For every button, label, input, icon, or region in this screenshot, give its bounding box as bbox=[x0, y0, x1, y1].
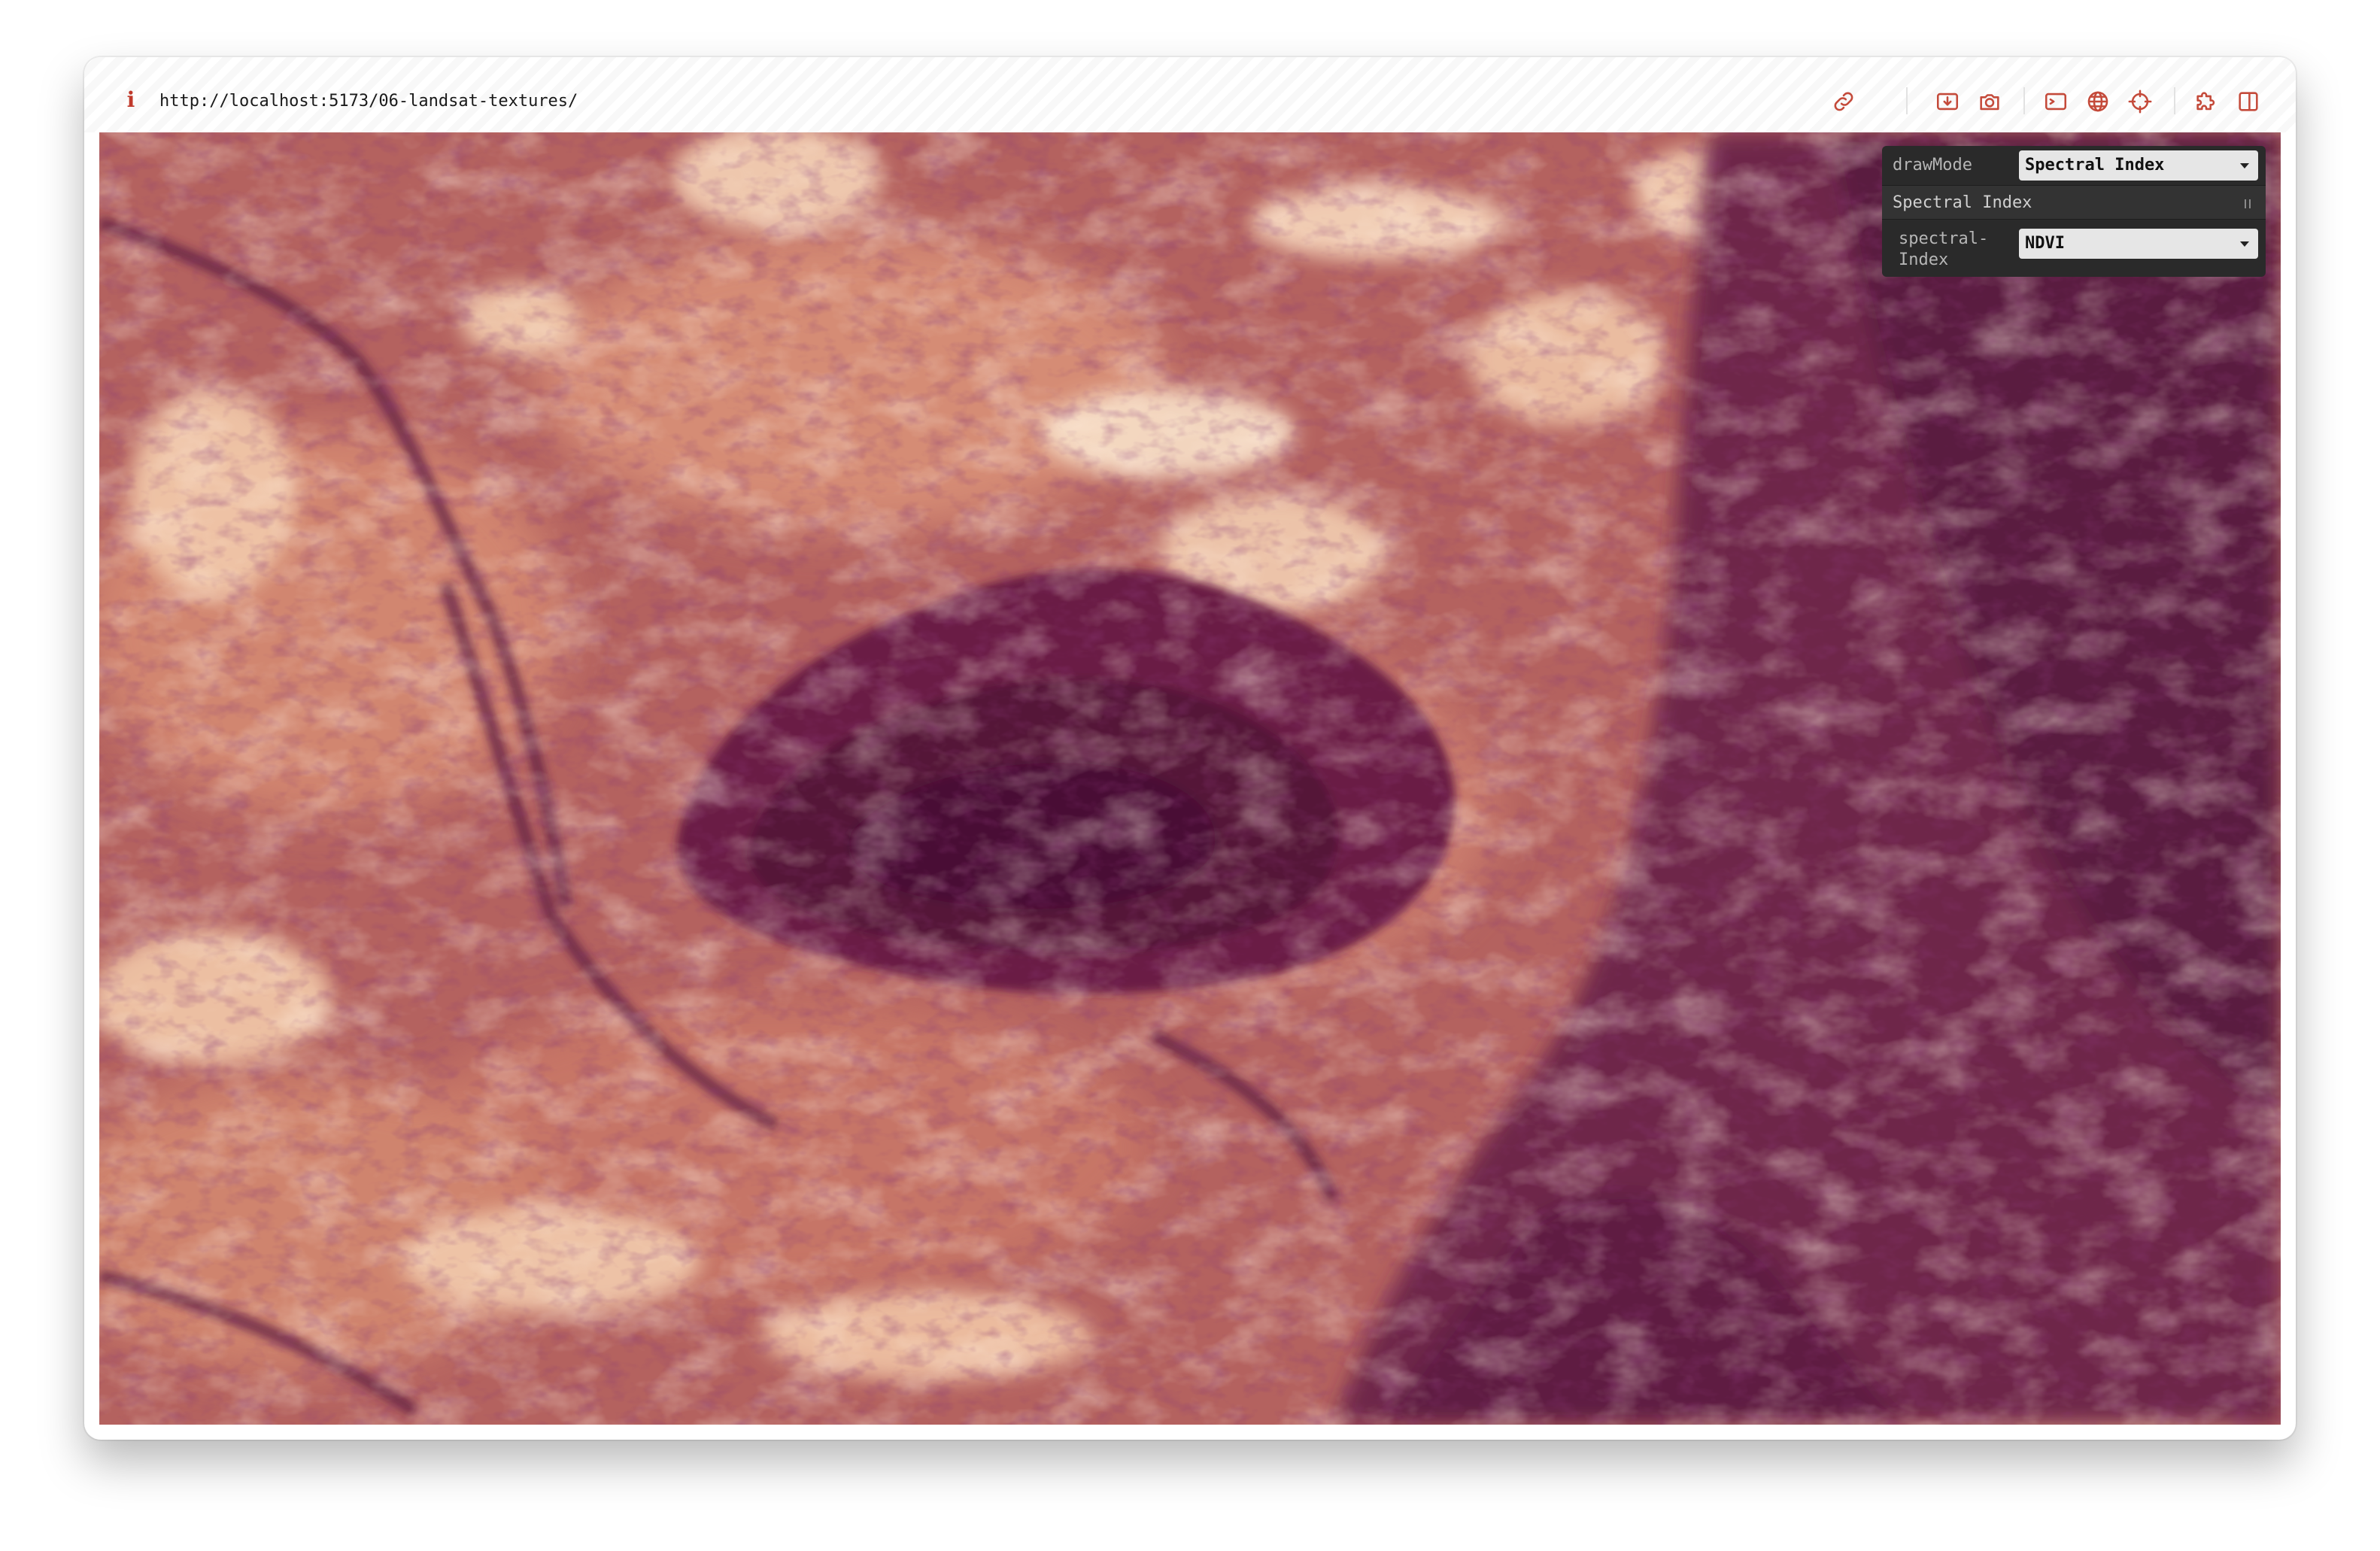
terminal-icon[interactable] bbox=[2043, 89, 2069, 114]
extensions-icon[interactable] bbox=[2193, 89, 2219, 114]
link-icon[interactable] bbox=[1831, 89, 1856, 114]
draw-mode-select[interactable]: Spectral Index bbox=[2019, 150, 2258, 181]
toolbar-divider bbox=[2174, 87, 2175, 114]
split-view-icon[interactable] bbox=[2236, 89, 2261, 114]
spectral-index-label: spectral- Index bbox=[1899, 229, 1988, 271]
browser-window: i http://localhost:5173/06-landsat-textu… bbox=[84, 57, 2296, 1440]
address-bar[interactable]: http://localhost:5173/06-landsat-texture… bbox=[159, 90, 578, 113]
camera-icon[interactable] bbox=[1977, 89, 2002, 114]
crosshair-icon[interactable] bbox=[2127, 89, 2153, 114]
toolbar-divider bbox=[1906, 87, 1908, 114]
spectral-index-value: NDVI bbox=[2025, 234, 2065, 253]
draw-mode-row: drawMode Spectral Index bbox=[1882, 150, 2266, 181]
map-canvas[interactable]: drawMode Spectral Index Spectral Index s… bbox=[99, 132, 2281, 1425]
info-icon[interactable]: i bbox=[123, 89, 138, 111]
spectral-index-row: spectral- Index NDVI bbox=[1882, 227, 2266, 272]
toolbar-divider bbox=[2023, 87, 2025, 114]
draw-mode-label: drawMode bbox=[1893, 156, 1972, 175]
draw-mode-value: Spectral Index bbox=[2025, 156, 2165, 175]
spectral-index-label-line2: Index bbox=[1899, 250, 1949, 269]
download-icon[interactable] bbox=[1935, 89, 1960, 114]
chevron-down-icon bbox=[2240, 241, 2249, 247]
drag-handle-icon[interactable] bbox=[2245, 199, 2251, 208]
browser-toolbar: i http://localhost:5173/06-landsat-textu… bbox=[84, 57, 2296, 132]
spectral-index-folder[interactable]: Spectral Index bbox=[1882, 185, 2266, 220]
settings-panel: drawMode Spectral Index Spectral Index s… bbox=[1882, 146, 2266, 277]
landsat-ndvi-texture bbox=[99, 132, 2281, 1425]
globe-icon[interactable] bbox=[2085, 89, 2111, 114]
folder-title: Spectral Index bbox=[1893, 193, 2032, 212]
chevron-down-icon bbox=[2240, 163, 2249, 168]
spectral-index-label-line1: spectral- bbox=[1899, 229, 1989, 248]
spectral-index-select[interactable]: NDVI bbox=[2019, 229, 2258, 259]
